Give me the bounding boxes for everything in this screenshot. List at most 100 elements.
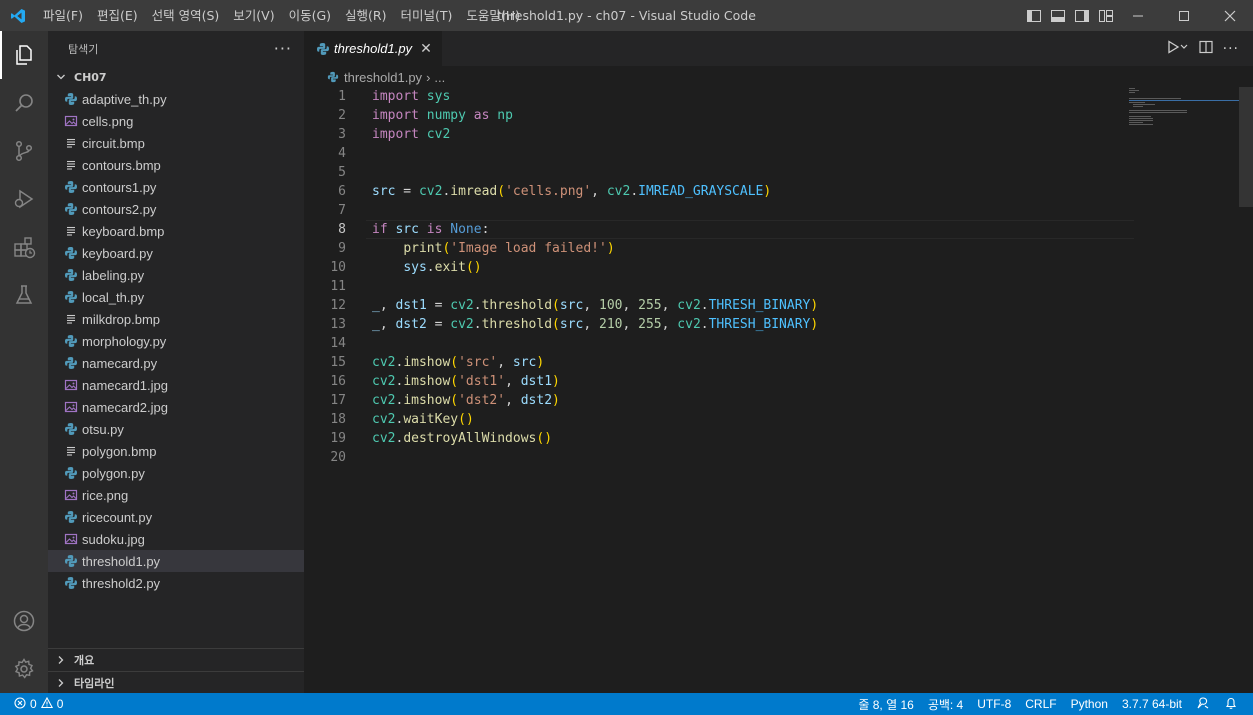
code-line[interactable]: 8 if src is None: bbox=[304, 220, 1134, 239]
code-line[interactable]: 14 bbox=[304, 334, 1134, 353]
explorer-icon[interactable] bbox=[0, 31, 48, 79]
breadcrumb-file[interactable]: threshold1.py bbox=[344, 70, 422, 85]
testing-icon[interactable] bbox=[0, 271, 48, 319]
file-item[interactable]: rice.png bbox=[48, 484, 304, 506]
python-interpreter[interactable]: 3.7.7 64-bit bbox=[1115, 697, 1189, 711]
line-number: 6 bbox=[338, 184, 346, 199]
file-item[interactable]: namecard1.jpg bbox=[48, 374, 304, 396]
folder-ch07[interactable]: CH07 bbox=[48, 66, 304, 88]
code-line[interactable]: 11 bbox=[304, 277, 1134, 296]
cursor-position[interactable]: 줄 8, 열 16 bbox=[851, 696, 920, 713]
code-line[interactable]: 5 bbox=[304, 163, 1134, 182]
settings-gear-icon[interactable] bbox=[0, 645, 48, 693]
file-item[interactable]: polygon.py bbox=[48, 462, 304, 484]
menu-view[interactable]: 보기(V) bbox=[226, 0, 281, 31]
code-line[interactable]: 9 print('Image load failed!') bbox=[304, 239, 1134, 258]
file-item[interactable]: morphology.py bbox=[48, 330, 304, 352]
file-lines-icon bbox=[64, 158, 78, 172]
toggle-primary-sidebar-icon[interactable] bbox=[1025, 7, 1043, 25]
file-item[interactable]: namecard.py bbox=[48, 352, 304, 374]
more-actions-icon[interactable]: ··· bbox=[274, 39, 292, 58]
explorer-title: 탐색기 bbox=[68, 42, 99, 56]
notifications-bell-icon[interactable] bbox=[1217, 696, 1245, 713]
timeline-section[interactable]: 타임라인 bbox=[48, 671, 304, 693]
code-line[interactable]: 19 cv2.destroyAllWindows() bbox=[304, 429, 1134, 448]
menu-terminal[interactable]: 터미널(T) bbox=[394, 0, 460, 31]
file-item[interactable]: sudoku.jpg bbox=[48, 528, 304, 550]
file-item[interactable]: polygon.bmp bbox=[48, 440, 304, 462]
file-item[interactable]: labeling.py bbox=[48, 264, 304, 286]
code-line[interactable]: 1 import sys bbox=[304, 87, 1134, 106]
breadcrumb-symbols[interactable]: ... bbox=[434, 70, 445, 85]
code-line[interactable]: 4 bbox=[304, 144, 1134, 163]
python-file-icon bbox=[64, 290, 78, 304]
file-item[interactable]: contours2.py bbox=[48, 198, 304, 220]
customize-layout-icon[interactable] bbox=[1097, 7, 1115, 25]
indentation[interactable]: 공백: 4 bbox=[921, 696, 970, 713]
file-item[interactable]: adaptive_th.py bbox=[48, 88, 304, 110]
language-mode[interactable]: Python bbox=[1064, 697, 1115, 711]
toggle-panel-icon[interactable] bbox=[1049, 7, 1067, 25]
file-item[interactable]: ricecount.py bbox=[48, 506, 304, 528]
code-text: _, dst2 = cv2.threshold(src, 210, 255, c… bbox=[372, 317, 819, 332]
code-area[interactable]: 1 import sys 2 import numpy as np 3 import cv… bbox=[304, 87, 1134, 693]
file-item[interactable]: otsu.py bbox=[48, 418, 304, 440]
code-line[interactable]: 6 src = cv2.imread('cells.png', cv2.IMREA… bbox=[304, 182, 1134, 201]
menu-edit[interactable]: 편집(E) bbox=[90, 0, 145, 31]
code-line[interactable]: 2 import numpy as np bbox=[304, 106, 1134, 125]
menu-go[interactable]: 이동(G) bbox=[282, 0, 338, 31]
minimize-icon[interactable] bbox=[1115, 0, 1161, 31]
line-number: 15 bbox=[330, 355, 346, 370]
file-item[interactable]: contours.bmp bbox=[48, 154, 304, 176]
file-item[interactable]: cells.png bbox=[48, 110, 304, 132]
code-line[interactable]: 7 bbox=[304, 201, 1134, 220]
split-editor-icon[interactable] bbox=[1199, 40, 1213, 58]
editor-group: threshold1.py ✕ ··· threshold1.py › ... … bbox=[304, 31, 1253, 693]
file-item[interactable]: threshold2.py bbox=[48, 572, 304, 594]
file-item[interactable]: milkdrop.bmp bbox=[48, 308, 304, 330]
file-item[interactable]: local_th.py bbox=[48, 286, 304, 308]
source-control-icon[interactable] bbox=[0, 127, 48, 175]
menu-file[interactable]: 파일(F) bbox=[36, 0, 90, 31]
account-icon[interactable] bbox=[0, 597, 48, 645]
toggle-secondary-sidebar-icon[interactable] bbox=[1073, 7, 1091, 25]
file-lines-icon bbox=[64, 312, 78, 326]
code-text: cv2.destroyAllWindows() bbox=[372, 431, 553, 446]
close-window-icon[interactable] bbox=[1207, 0, 1253, 31]
code-line[interactable]: 13 _, dst2 = cv2.threshold(src, 210, 255,… bbox=[304, 315, 1134, 334]
file-item[interactable]: threshold1.py bbox=[48, 550, 304, 572]
menu-help[interactable]: 도움말(H) bbox=[459, 0, 527, 31]
menu-selection[interactable]: 선택 영역(S) bbox=[145, 0, 227, 31]
minimap[interactable] bbox=[1129, 87, 1239, 147]
file-item[interactable]: circuit.bmp bbox=[48, 132, 304, 154]
run-debug-icon[interactable] bbox=[0, 175, 48, 223]
file-item[interactable]: keyboard.py bbox=[48, 242, 304, 264]
code-line[interactable]: 17 cv2.imshow('dst2', dst2) bbox=[304, 391, 1134, 410]
maximize-icon[interactable] bbox=[1161, 0, 1207, 31]
vertical-scrollbar[interactable] bbox=[1239, 87, 1253, 207]
python-file-icon bbox=[64, 202, 78, 216]
problems-indicator[interactable]: 0 0 bbox=[0, 696, 63, 712]
code-line[interactable]: 15 cv2.imshow('src', src) bbox=[304, 353, 1134, 372]
code-line[interactable]: 12 _, dst1 = cv2.threshold(src, 100, 255,… bbox=[304, 296, 1134, 315]
file-encoding[interactable]: UTF-8 bbox=[970, 697, 1018, 711]
outline-section[interactable]: 개요 bbox=[48, 648, 304, 670]
search-icon[interactable] bbox=[0, 79, 48, 127]
menu-run[interactable]: 실행(R) bbox=[338, 0, 393, 31]
file-item[interactable]: keyboard.bmp bbox=[48, 220, 304, 242]
code-line[interactable]: 10 sys.exit() bbox=[304, 258, 1134, 277]
code-line[interactable]: 16 cv2.imshow('dst1', dst1) bbox=[304, 372, 1134, 391]
run-python-file-icon[interactable] bbox=[1167, 39, 1189, 58]
code-line[interactable]: 20 bbox=[304, 448, 1134, 467]
close-tab-icon[interactable]: ✕ bbox=[420, 40, 432, 57]
extensions-icon[interactable] bbox=[0, 223, 48, 271]
code-line[interactable]: 18 cv2.waitKey() bbox=[304, 410, 1134, 429]
file-item[interactable]: contours1.py bbox=[48, 176, 304, 198]
tab-threshold1[interactable]: threshold1.py ✕ bbox=[304, 31, 442, 66]
end-of-line[interactable]: CRLF bbox=[1018, 697, 1063, 711]
code-line[interactable]: 3 import cv2 bbox=[304, 125, 1134, 144]
feedback-icon[interactable] bbox=[1189, 696, 1217, 713]
line-number: 11 bbox=[330, 279, 346, 294]
more-actions-icon[interactable]: ··· bbox=[1223, 41, 1239, 57]
file-item[interactable]: namecard2.jpg bbox=[48, 396, 304, 418]
